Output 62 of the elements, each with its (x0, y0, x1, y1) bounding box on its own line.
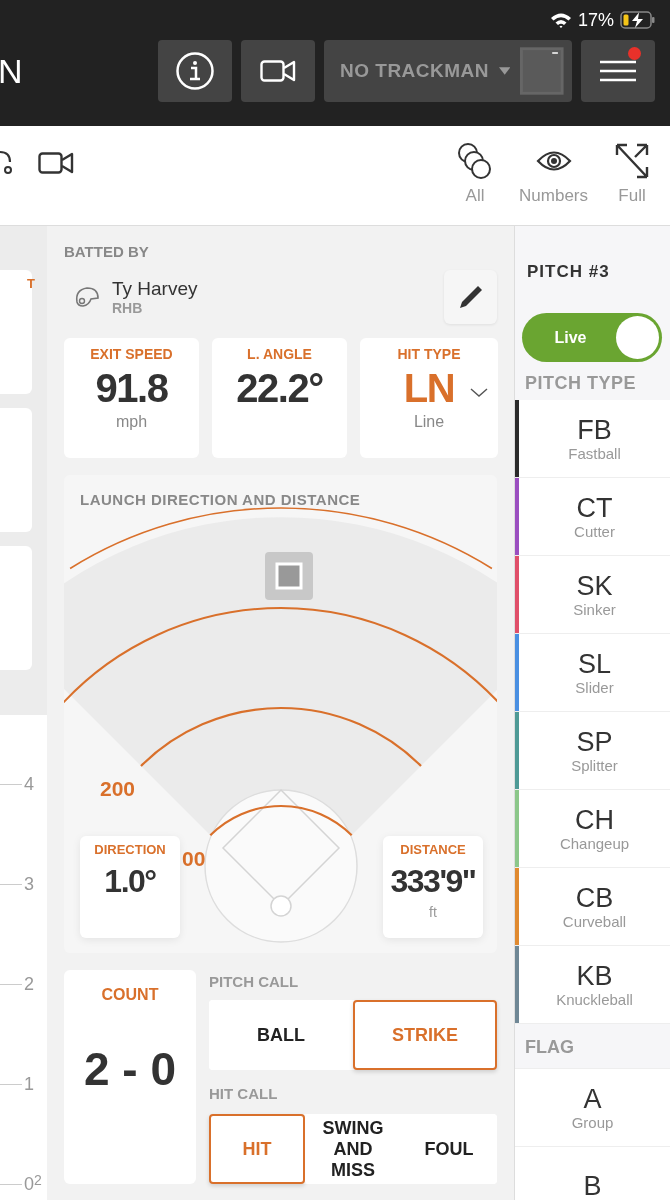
expand-icon (614, 142, 650, 180)
helmet-icon (74, 286, 100, 308)
axis-tick-label: 0 (24, 1173, 34, 1195)
chevron-down-icon (470, 388, 488, 398)
stat-unit: Line (413, 413, 445, 431)
stat-value: 91.8 (95, 366, 168, 411)
ball-marker-icon (265, 552, 313, 600)
distance-value: 333'9" (390, 863, 476, 900)
battery-charging-icon (620, 11, 656, 29)
battery-percent: 17% (577, 9, 614, 31)
dropdown-triangle-icon (499, 67, 511, 75)
stat-card[interactable]: HIT TYPE LN Line (360, 338, 498, 458)
menu-icon (599, 60, 637, 82)
pitch-type-item[interactable]: CH Changeup (515, 790, 670, 868)
axis-tick-label: 1 (24, 1073, 34, 1095)
count-value: 2 - 0 (83, 1042, 176, 1096)
pitch-type-item[interactable]: SP Splitter (515, 712, 670, 790)
pitch-type-item[interactable]: KB Knuckleball (515, 946, 670, 1024)
pitch-type-item[interactable]: SK Sinker (515, 556, 670, 634)
count-label: COUNT (101, 986, 159, 1004)
info-button[interactable] (158, 40, 232, 102)
direction-value: 1.0° (104, 863, 156, 900)
wifi-icon (549, 11, 572, 29)
edit-button[interactable] (444, 270, 497, 324)
stat-label: HIT TYPE (397, 346, 461, 362)
pitch-number: PITCH #3 (526, 262, 611, 282)
device-thumbnail (520, 46, 564, 96)
flag-item[interactable]: B (515, 1147, 670, 1200)
section-label: HIT CALL (209, 1084, 279, 1104)
video-camera-icon[interactable] (38, 152, 74, 174)
batter-name: Ty Harvey (112, 278, 198, 300)
pitch-type-item[interactable]: CT Cutter (515, 478, 670, 556)
batter-hand: RHB (112, 300, 144, 316)
circles-icon (457, 142, 494, 180)
tick-fragment: 2 (34, 1173, 42, 1187)
video-camera-icon (260, 60, 296, 82)
stat-value: 22.2° (236, 366, 323, 411)
section-label: BATTED BY (64, 244, 150, 260)
distance-unit: ft (429, 904, 437, 920)
section-label: PITCH TYPE (524, 372, 637, 394)
axis-tick-label: 2 (24, 973, 34, 995)
axis-tick-label: 4 (24, 773, 34, 795)
stat-value: LN (403, 366, 455, 411)
stat-unit: mph (115, 413, 148, 431)
pitch-type-item[interactable]: CB Curveball (515, 868, 670, 946)
axis-tick-label: 3 (24, 873, 34, 895)
flag-item[interactable]: A Group (515, 1069, 670, 1147)
direction-label: DIRECTION (94, 842, 166, 857)
pitch-type-item[interactable]: SL Slider (515, 634, 670, 712)
info-icon (175, 51, 215, 91)
video-button[interactable] (241, 40, 315, 102)
chart-title: LAUNCH DIRECTION AND DISTANCE (80, 491, 361, 508)
section-label: PITCH CALL (209, 972, 300, 992)
distance-label: 00 (182, 847, 206, 871)
stat-label: EXIT SPEED (90, 346, 173, 362)
pitch-type-item[interactable]: FB Fastball (515, 400, 670, 478)
menu-button[interactable] (581, 40, 655, 102)
distance-label: 200 (100, 777, 136, 801)
stat-label: L. ANGLE (247, 346, 312, 362)
logo-fragment: N (0, 51, 23, 91)
card-text-fragment: T (27, 276, 35, 293)
distance-title: DISTANCE (400, 842, 466, 857)
